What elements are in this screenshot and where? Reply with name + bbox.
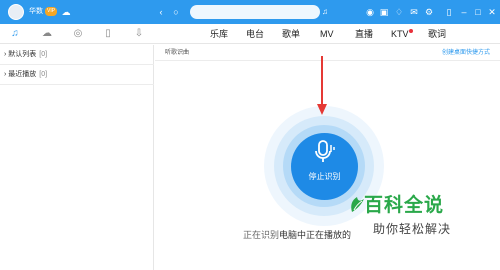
settings-gear-icon[interactable]: ⚙	[423, 6, 435, 18]
tab-ktv[interactable]: KTV	[391, 28, 409, 40]
tab-playlists[interactable]: 歌单	[282, 28, 300, 40]
page-title: 听歌识曲	[165, 50, 190, 56]
status-prefix: 正在识别	[243, 230, 280, 240]
avatar[interactable]	[8, 4, 24, 20]
chevron-right-icon: ›	[4, 71, 7, 78]
playlist-label: 最近播放	[8, 71, 37, 78]
tab-lyrics[interactable]: 歌词	[428, 28, 446, 40]
mobile-icon[interactable]: ▯	[443, 6, 455, 18]
notification-dot	[409, 29, 413, 33]
watermark-title: 百科全说	[364, 195, 445, 216]
annotation-arrow-head	[317, 104, 327, 115]
tab-row: ♫ ☁ ◎ ▯ ⇩ 乐库 电台 歌单 MV 直播 KTV 歌词	[0, 24, 500, 44]
minimize-icon[interactable]: –	[458, 6, 470, 18]
sidebar: › 默认列表 [0] › 最近播放 [0]	[0, 45, 154, 270]
music-note-icon[interactable]: ♫	[8, 27, 22, 41]
tab-live[interactable]: 直播	[355, 28, 373, 40]
playlist-item-default[interactable]: › 默认列表 [0]	[0, 45, 154, 65]
radio-icon[interactable]: ◎	[71, 27, 85, 41]
title-bar: 华数 VIP ☁ ‹ ○ ♫ ◉ ▣ ♢ ✉ ⚙ ▯ – □ ✕	[0, 0, 500, 24]
song-recognize-icon[interactable]: ♫	[322, 6, 328, 18]
cloud-icon[interactable]: ☁	[40, 27, 54, 41]
status-source: 电脑中正在播放的	[279, 230, 352, 240]
refresh-icon[interactable]: ○	[170, 6, 182, 18]
tab-library[interactable]: 乐库	[210, 28, 228, 40]
skin-icon[interactable]: ♢	[393, 6, 405, 18]
chevron-right-icon: ›	[4, 51, 7, 58]
tab-radio[interactable]: 电台	[246, 28, 264, 40]
main-header: 听歌识曲 创建桌面快捷方式	[155, 45, 500, 61]
username[interactable]: 华数	[29, 6, 43, 18]
watermark-subtitle: 助你轻松解决	[373, 222, 452, 236]
phone-icon[interactable]: ▯	[101, 27, 115, 41]
playlist-count: [0]	[39, 51, 48, 58]
tab-mv[interactable]: MV	[320, 28, 334, 40]
mail-icon[interactable]: ✉	[408, 6, 420, 18]
cloud-sync-icon[interactable]: ☁	[60, 6, 72, 18]
create-shortcut-link[interactable]: 创建桌面快捷方式	[442, 48, 490, 58]
close-icon[interactable]: ✕	[486, 6, 498, 18]
message-icon[interactable]: ▣	[378, 6, 390, 18]
recognition-status: 正在识别电脑中正在播放的	[243, 229, 351, 241]
annotation-arrow	[321, 56, 323, 108]
playlist-item-recent[interactable]: › 最近播放 [0]	[0, 65, 154, 85]
search-input[interactable]	[190, 5, 320, 19]
stop-recognition-button[interactable]: 停止识别	[291, 133, 358, 200]
download-icon[interactable]: ⇩	[132, 27, 146, 41]
playlist-label: 默认列表	[8, 51, 37, 58]
vip-badge[interactable]: VIP	[45, 7, 58, 16]
play-skin-icon[interactable]: ◉	[364, 6, 376, 18]
maximize-icon[interactable]: □	[472, 6, 484, 18]
microphone-icon	[315, 140, 335, 162]
stop-recognition-label: 停止识别	[308, 172, 341, 181]
playlist-count: [0]	[39, 71, 48, 78]
back-arrow-icon[interactable]: ‹	[155, 6, 167, 18]
